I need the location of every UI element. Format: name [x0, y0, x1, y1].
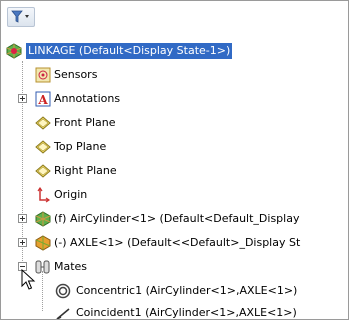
part-icon [35, 235, 51, 251]
aircylinder-label: (f) AirCylinder<1> (Default<Default_Disp… [54, 212, 300, 225]
origin-label: Origin [54, 188, 88, 201]
expand-axle-button[interactable] [18, 238, 27, 247]
tree-guide-line [42, 271, 43, 311]
axle-label: (-) AXLE<1> (Default<<Default>_Display S… [54, 236, 301, 249]
svg-text:A: A [37, 93, 48, 107]
expand-annotations-button[interactable] [18, 94, 27, 103]
top-plane-label: Top Plane [54, 140, 107, 153]
plane-icon [35, 164, 51, 178]
expand-aircylinder-button[interactable] [18, 214, 27, 223]
feature-manager-tree: LINKAGE (Default<Display State-1>) Senso… [0, 0, 349, 320]
concentric-mate-icon [55, 283, 71, 299]
annotations-label: Annotations [54, 92, 121, 105]
assembly-icon [6, 43, 22, 59]
mouse-cursor-icon [21, 269, 36, 290]
plane-icon [35, 116, 51, 130]
subassembly-icon [35, 211, 51, 227]
mates-label: Mates [54, 260, 88, 273]
coincident-mate-icon [56, 308, 70, 319]
right-plane-label: Right Plane [54, 164, 117, 177]
concentric1-label: Concentric1 (AirCylinder<1>,AXLE<1>) [76, 284, 298, 297]
mates-icon [35, 260, 50, 274]
coincident1-label: Coincident1 (AirCylinder<1>,AXLE<1>) [76, 306, 297, 319]
sensors-icon [35, 67, 51, 83]
sensors-label: Sensors [54, 68, 98, 81]
root-assembly-label: LINKAGE (Default<Display State-1>) [26, 43, 233, 59]
front-plane-label: Front Plane [54, 116, 116, 129]
annotations-icon: A [35, 91, 51, 107]
origin-icon [37, 187, 51, 203]
plane-icon [35, 140, 51, 154]
filter-dropdown-button[interactable] [7, 7, 35, 27]
filter-icon [11, 10, 29, 23]
